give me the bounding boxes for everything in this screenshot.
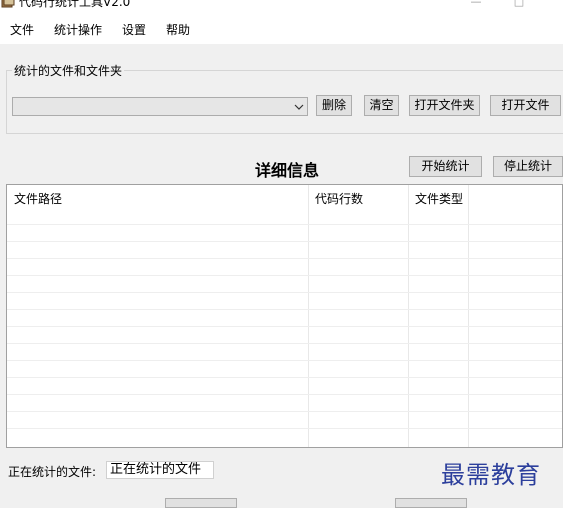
- status-label: 正在统计的文件:: [8, 465, 97, 479]
- clipped-button[interactable]: [165, 498, 237, 508]
- row-divider: [7, 292, 562, 293]
- menu-stat-ops[interactable]: 统计操作: [54, 21, 102, 38]
- column-header-type[interactable]: 文件类型: [415, 190, 463, 207]
- row-divider: [7, 224, 562, 225]
- row-divider: [7, 343, 562, 344]
- minimize-button[interactable]: —: [466, 0, 486, 10]
- row-divider: [7, 360, 562, 361]
- row-divider: [7, 428, 562, 429]
- window-title: 代码行统计工具V2.0: [19, 0, 131, 9]
- details-title: 详细信息: [255, 161, 320, 180]
- delete-button[interactable]: 删除: [316, 95, 352, 116]
- stop-stat-button[interactable]: 停止统计: [493, 156, 563, 177]
- open-file-button[interactable]: 打开文件: [490, 95, 561, 116]
- menu-file[interactable]: 文件: [10, 21, 34, 38]
- row-divider: [7, 241, 562, 242]
- start-stat-button[interactable]: 开始统计: [409, 156, 482, 177]
- files-combobox[interactable]: [12, 97, 308, 116]
- column-header-lines[interactable]: 代码行数: [315, 190, 363, 207]
- row-divider: [7, 394, 562, 395]
- column-header-path[interactable]: 文件路径: [14, 190, 62, 207]
- clear-button[interactable]: 清空: [364, 95, 399, 116]
- file-list-table[interactable]: 文件路径 代码行数 文件类型: [6, 184, 563, 448]
- app-icon: [1, 0, 15, 8]
- row-divider: [7, 275, 562, 276]
- chevron-down-icon[interactable]: [293, 101, 305, 113]
- open-folder-button[interactable]: 打开文件夹: [409, 95, 480, 116]
- menu-settings[interactable]: 设置: [122, 21, 146, 38]
- row-divider: [7, 377, 562, 378]
- row-divider: [7, 258, 562, 259]
- clipped-button[interactable]: [395, 498, 467, 508]
- status-value: 正在统计的文件: [106, 461, 214, 479]
- title-bar[interactable]: 代码行统计工具V2.0 — □: [0, 0, 563, 14]
- row-divider: [7, 309, 562, 310]
- row-divider: [7, 411, 562, 412]
- files-group-label: 统计的文件和文件夹: [12, 62, 125, 79]
- row-divider: [7, 326, 562, 327]
- maximize-button[interactable]: □: [509, 0, 529, 10]
- watermark-logo: 最需教育: [441, 461, 541, 489]
- menu-help[interactable]: 帮助: [166, 21, 190, 38]
